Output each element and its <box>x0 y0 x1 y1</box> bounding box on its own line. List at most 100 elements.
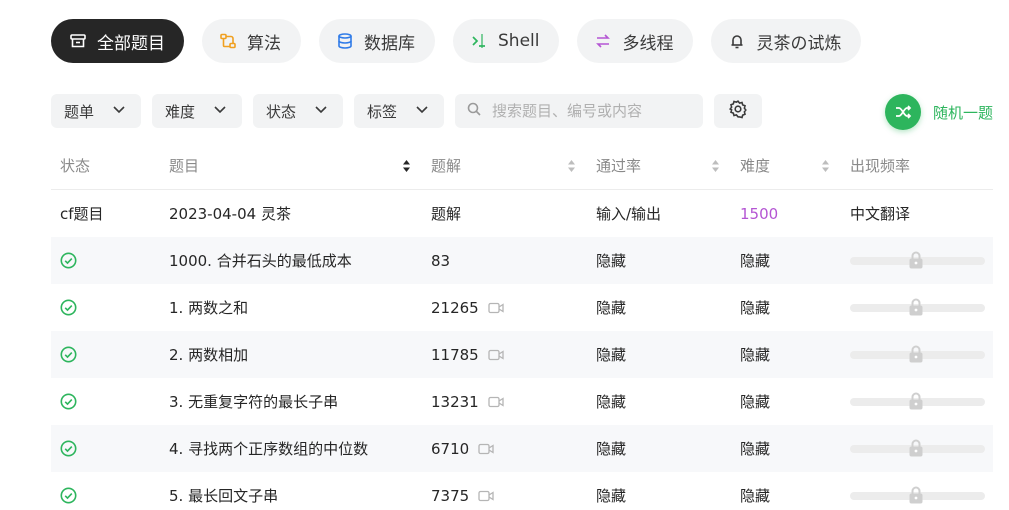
lock-icon <box>907 485 925 505</box>
problem-title-text: 4. 寻找两个正序数组的中位数 <box>169 440 369 458</box>
chevron-down-icon <box>212 101 228 121</box>
table-row[interactable]: 3. 无重复字符的最长子串 13231 隐藏 隐藏 <box>51 378 993 425</box>
video-icon[interactable] <box>488 396 504 408</box>
frequency-cell <box>850 298 993 315</box>
problem-title[interactable]: 1000. 合并石头的最低成本 <box>169 250 431 271</box>
problem-title[interactable]: 4. 寻找两个正序数组的中位数 <box>169 438 431 459</box>
solution-count: 13231 <box>431 392 479 411</box>
terminal-icon <box>470 32 488 50</box>
table-row-pinned[interactable]: cf题目 2023-04-04 灵茶 题解 输入/输出 1500 中文翻译 <box>51 190 993 237</box>
solved-check-icon <box>60 252 169 269</box>
frequency-bar <box>850 345 985 362</box>
threads-icon <box>594 32 612 50</box>
difficulty-hidden: 隐藏 <box>740 391 850 412</box>
table-row[interactable]: 2. 两数相加 11785 隐藏 隐藏 <box>51 331 993 378</box>
problem-title[interactable]: 2. 两数相加 <box>169 344 431 365</box>
translation-link[interactable]: 中文翻译 <box>850 203 993 224</box>
solved-check-icon <box>60 440 169 457</box>
solutions-cell[interactable]: 11785 <box>431 346 596 364</box>
lock-icon <box>907 344 925 364</box>
tags-dropdown[interactable]: 标签 <box>354 94 444 128</box>
frequency-cell <box>850 251 993 268</box>
lock-icon <box>907 391 925 411</box>
dropdown-label: 状态 <box>266 102 297 121</box>
solutions-cell[interactable]: 13231 <box>431 393 596 411</box>
solutions-cell[interactable]: 21265 <box>431 299 596 317</box>
video-icon[interactable] <box>478 490 494 502</box>
search-box <box>455 94 703 128</box>
tab-multithreading[interactable]: 多线程 <box>577 19 694 63</box>
search-icon <box>467 102 492 120</box>
difficulty-dropdown[interactable]: 难度 <box>152 94 242 128</box>
problem-title[interactable]: 3. 无重复字符的最长子串 <box>169 391 431 412</box>
tab-shell[interactable]: Shell <box>453 19 560 63</box>
database-icon <box>336 32 354 50</box>
category-tabs: 全部题目 算法 数据库 Shell 多线程 灵茶の试炼 <box>51 19 862 63</box>
video-icon[interactable] <box>488 349 504 361</box>
status-dropdown[interactable]: 状态 <box>253 94 343 128</box>
problem-title[interactable]: 2023-04-04 灵茶 <box>169 203 431 224</box>
solution-count: 21265 <box>431 298 479 317</box>
flow-icon <box>219 32 237 50</box>
header-pass-rate[interactable]: 通过率 <box>596 155 740 176</box>
header-difficulty[interactable]: 难度 <box>740 155 850 176</box>
solutions-cell[interactable]: 7375 <box>431 487 596 505</box>
pass-rate-hidden: 隐藏 <box>596 391 740 412</box>
tab-database[interactable]: 数据库 <box>319 19 435 63</box>
gear-icon <box>728 99 748 123</box>
solutions-link[interactable]: 题解 <box>431 203 596 224</box>
table-row[interactable]: 4. 寻找两个正序数组的中位数 6710 隐藏 隐藏 <box>51 425 993 472</box>
tab-label: 全部题目 <box>97 33 165 54</box>
problem-table: 状态 题目 题解 通过率 难度 出现频率 cf题目 2023-04-04 灵茶 … <box>51 142 993 510</box>
problem-title-text: 5. 最长回文子串 <box>169 487 279 505</box>
video-icon[interactable] <box>488 302 504 314</box>
difficulty-text: 隐藏 <box>740 299 771 317</box>
problem-list-dropdown[interactable]: 题单 <box>51 94 141 128</box>
frequency-cell <box>850 486 993 503</box>
header-label: 题解 <box>431 157 462 175</box>
cf-problem-label: cf题目 <box>60 205 104 223</box>
difficulty-hidden: 隐藏 <box>740 344 850 365</box>
tab-all-problems[interactable]: 全部题目 <box>51 19 184 63</box>
tab-algorithms[interactable]: 算法 <box>202 19 301 63</box>
table-row[interactable]: 5. 最长回文子串 7375 隐藏 隐藏 <box>51 472 993 510</box>
frequency-bar <box>850 439 985 456</box>
header-solutions[interactable]: 题解 <box>431 155 596 176</box>
pass-rate-text: 隐藏 <box>596 393 627 411</box>
tab-label: 算法 <box>247 33 281 54</box>
header-label: 题目 <box>169 157 200 175</box>
search-input[interactable] <box>492 102 691 120</box>
frequency-bar <box>850 392 985 409</box>
settings-button[interactable] <box>714 94 762 128</box>
chevron-down-icon <box>313 101 329 121</box>
problem-title-text: 2. 两数相加 <box>169 346 249 364</box>
sort-icon <box>821 159 830 173</box>
problem-title-text: 3. 无重复字符的最长子串 <box>169 393 339 411</box>
frequency-bar <box>850 298 985 315</box>
solution-count: 11785 <box>431 345 479 364</box>
video-icon[interactable] <box>478 443 494 455</box>
pass-rate-text: 隐藏 <box>596 487 627 505</box>
table-row[interactable]: 1. 两数之和 21265 隐藏 隐藏 <box>51 284 993 331</box>
difficulty-hidden: 隐藏 <box>740 485 850 506</box>
pass-rate-hidden: 隐藏 <box>596 344 740 365</box>
shuffle-icon <box>885 94 921 130</box>
problem-title[interactable]: 1. 两数之和 <box>169 297 431 318</box>
tab-label: 数据库 <box>364 33 415 54</box>
sort-icon <box>711 159 720 173</box>
difficulty-hidden: 隐藏 <box>740 297 850 318</box>
lock-icon <box>907 250 925 270</box>
solutions-cell[interactable]: 83 <box>431 252 596 270</box>
solutions-cell[interactable]: 6710 <box>431 440 596 458</box>
random-problem-button[interactable]: 随机一题 <box>885 94 993 130</box>
dropdown-label: 题单 <box>64 102 95 121</box>
frequency-cell <box>850 439 993 456</box>
frequency-bar <box>850 486 985 503</box>
header-title[interactable]: 题目 <box>169 155 431 176</box>
problem-title-text: 1. 两数之和 <box>169 299 249 317</box>
problem-title[interactable]: 5. 最长回文子串 <box>169 485 431 506</box>
tab-lingcha-trial[interactable]: 灵茶の试炼 <box>711 19 862 63</box>
frequency-bar <box>850 251 985 268</box>
table-row[interactable]: 1000. 合并石头的最低成本 83 隐藏 隐藏 <box>51 237 993 284</box>
pass-rate-text: 隐藏 <box>596 252 627 270</box>
